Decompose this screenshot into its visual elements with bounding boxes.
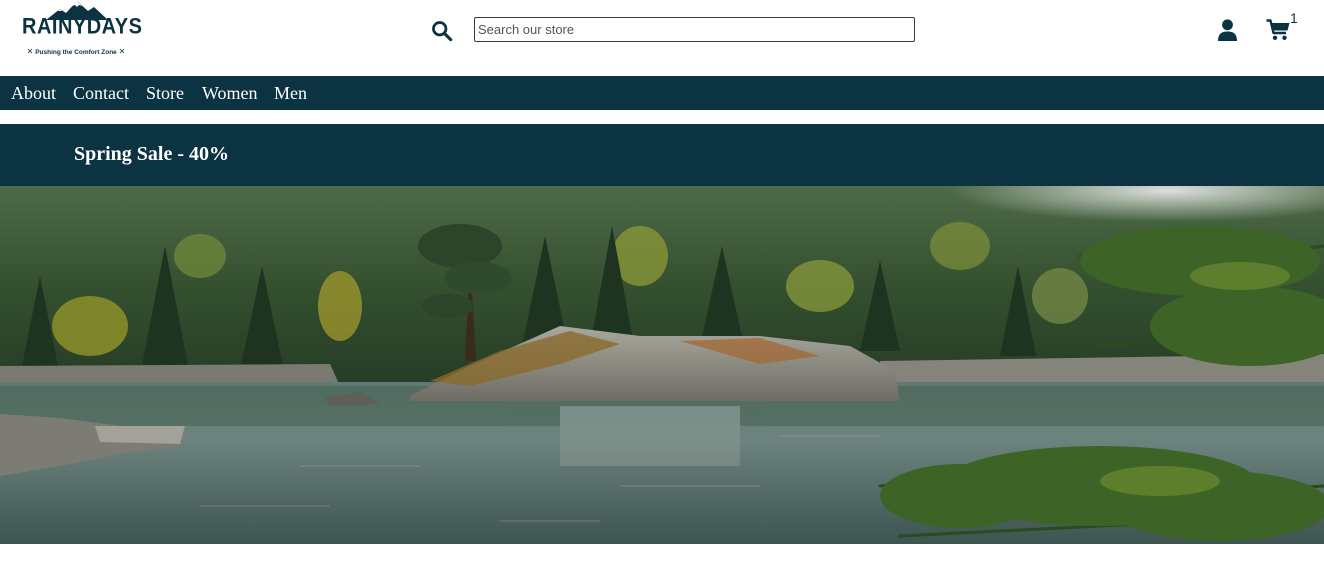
search-icon[interactable] bbox=[431, 20, 453, 42]
lake-landscape-illustration bbox=[0, 186, 1324, 544]
nav-link-men[interactable]: Men bbox=[274, 83, 307, 104]
cart-count-badge: 1 bbox=[1290, 10, 1298, 26]
nav-link-about[interactable]: About bbox=[11, 83, 56, 104]
hero-image bbox=[0, 186, 1324, 544]
brand-tagline: ✕ Pushing the Comfort Zone ✕ bbox=[18, 47, 134, 56]
tagline-mark-right: ✕ bbox=[118, 47, 126, 56]
cart-icon[interactable] bbox=[1266, 19, 1290, 41]
brand-logo[interactable]: RAINYDAYS ✕ Pushing the Comfort Zone ✕ bbox=[18, 0, 143, 62]
nav-link-contact[interactable]: Contact bbox=[73, 83, 129, 104]
sale-text: Spring Sale - 40% bbox=[74, 143, 230, 165]
main-nav: About Contact Store Women Men bbox=[0, 76, 1324, 110]
tagline-text: Pushing the Comfort Zone bbox=[35, 49, 117, 56]
sale-banner[interactable]: Spring Sale - 40% bbox=[0, 124, 1324, 186]
site-header: RAINYDAYS ✕ Pushing the Comfort Zone ✕ 1 bbox=[0, 0, 1324, 76]
nav-link-store[interactable]: Store bbox=[146, 83, 184, 104]
user-icon[interactable] bbox=[1217, 19, 1238, 41]
search-input[interactable] bbox=[474, 17, 915, 42]
nav-link-women[interactable]: Women bbox=[202, 83, 258, 104]
brand-name: RAINYDAYS bbox=[22, 14, 143, 40]
tagline-mark-left: ✕ bbox=[26, 47, 34, 56]
